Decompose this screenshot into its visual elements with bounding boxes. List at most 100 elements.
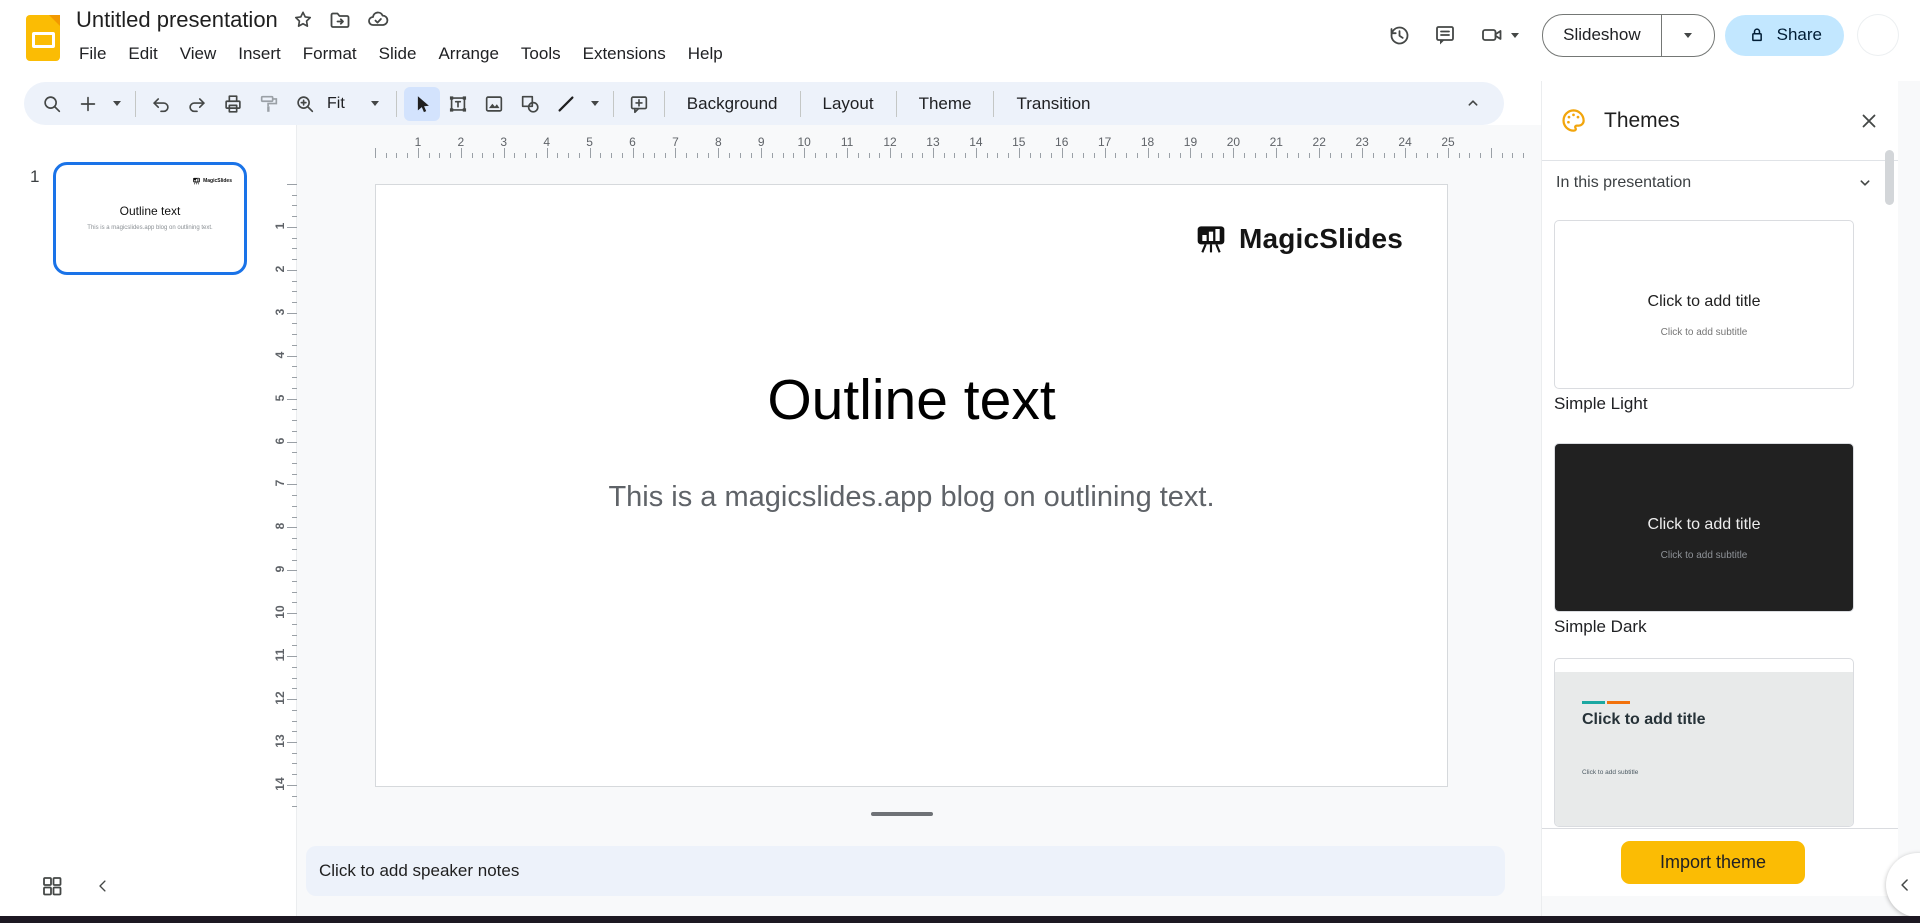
slide-editor[interactable]: MagicSlides Outline text This is a magic… <box>375 184 1448 787</box>
theme-card-simple-light[interactable]: Click to add title Click to add subtitle <box>1554 220 1854 389</box>
zoom-in-icon[interactable] <box>287 87 323 121</box>
paint-format-icon[interactable] <box>251 87 287 121</box>
logo-inner-rect <box>32 32 55 48</box>
h-ruler-number: 12 <box>883 135 897 149</box>
meet-dropdown-caret[interactable] <box>1510 32 1519 38</box>
theme-card-background <box>1555 672 1853 826</box>
slide-brand-logo[interactable]: MagicSlides <box>1192 223 1403 255</box>
undo-icon[interactable] <box>143 87 179 121</box>
theme-button[interactable]: Theme <box>904 94 987 114</box>
horizontal-scrollbar-thumb[interactable] <box>871 812 933 816</box>
theme-name: Simple Light <box>1554 394 1648 413</box>
zoom-caret <box>370 101 379 106</box>
transition-button[interactable]: Transition <box>1001 94 1105 114</box>
menu-extensions[interactable]: Extensions <box>572 40 677 68</box>
panel-footer-gutter <box>1542 896 1898 916</box>
document-title[interactable]: Untitled presentation <box>76 7 278 33</box>
insert-line-tool[interactable] <box>548 87 584 121</box>
theme-card-subtitle: Click to add subtitle <box>1660 327 1748 338</box>
slides-logo-icon[interactable] <box>26 15 60 61</box>
menu-slide[interactable]: Slide <box>368 40 428 68</box>
menu-arrange[interactable]: Arrange <box>427 40 509 68</box>
v-ruler-number: 3 <box>273 308 287 316</box>
layout-button[interactable]: Layout <box>808 94 889 114</box>
theme-card-title: Click to add title <box>1647 293 1761 310</box>
v-ruler-number: 10 <box>273 605 287 619</box>
menu-file[interactable]: File <box>68 40 117 68</box>
menu-help[interactable]: Help <box>677 40 734 68</box>
search-menus-icon[interactable] <box>34 87 70 121</box>
theme-card-streamline[interactable]: Click to add title Click to add subtitle <box>1554 658 1854 827</box>
line-dropdown-caret[interactable] <box>584 87 606 121</box>
h-ruler-number: 3 <box>500 135 508 149</box>
toolbar-separator <box>895 90 897 117</box>
palette-icon <box>1560 107 1587 134</box>
move-folder-icon[interactable] <box>328 8 352 32</box>
star-icon[interactable] <box>292 9 314 31</box>
close-panel-icon[interactable] <box>1858 110 1880 132</box>
cloud-status-icon[interactable] <box>366 8 390 32</box>
collapse-toolbar-icon[interactable] <box>1462 92 1484 114</box>
slide-title-textbox[interactable]: Outline text <box>376 367 1447 433</box>
h-ruler-number: 16 <box>1055 135 1069 149</box>
theme-card-accent-dashes <box>1582 701 1630 704</box>
insert-image-tool[interactable] <box>476 87 512 121</box>
in-this-presentation-section[interactable]: In this presentation <box>1542 161 1898 205</box>
screen-edge-strip <box>0 916 1920 923</box>
background-button[interactable]: Background <box>672 94 793 114</box>
grid-view-icon[interactable] <box>40 874 64 898</box>
version-history-button[interactable] <box>1376 12 1422 58</box>
filmstrip: 1 MagicSlides Outline text This is a mag… <box>0 125 296 916</box>
top-bar: Untitled presentation File Edit View Ins… <box>0 0 1920 81</box>
h-ruler-number: 9 <box>757 135 765 149</box>
h-ruler-number: 11 <box>840 135 854 149</box>
insert-comment-tool[interactable] <box>621 87 657 121</box>
zoom-select[interactable]: Fit <box>323 95 389 113</box>
v-ruler-number: 5 <box>273 394 287 401</box>
slide-brand-text: MagicSlides <box>1238 223 1403 254</box>
slide-thumbnail[interactable]: MagicSlides Outline text This is a magic… <box>53 162 247 275</box>
insert-shape-tool[interactable] <box>512 87 548 121</box>
h-ruler-number: 13 <box>926 135 940 149</box>
menu-tools[interactable]: Tools <box>510 40 572 68</box>
v-ruler-number: 6 <box>273 437 287 444</box>
slideshow-dropdown[interactable] <box>1662 15 1714 56</box>
slideshow-button[interactable]: Slideshow <box>1542 13 1715 57</box>
comments-button[interactable] <box>1422 12 1468 58</box>
zoom-value: Fit <box>327 94 345 112</box>
import-theme-button[interactable]: Import theme <box>1621 841 1805 884</box>
menu-insert[interactable]: Insert <box>227 40 292 68</box>
new-slide-dropdown-caret[interactable] <box>106 87 128 121</box>
h-ruler-number: 1 <box>414 135 422 149</box>
menu-edit[interactable]: Edit <box>117 40 168 68</box>
speaker-notes-bar[interactable]: Click to add speaker notes <box>306 846 1505 896</box>
collapse-filmstrip-icon[interactable] <box>94 877 112 895</box>
h-ruler-number: 17 <box>1097 135 1112 149</box>
themes-panel: Themes In this presentation Click to add… <box>1541 81 1898 916</box>
meet-video-button[interactable] <box>1468 12 1530 58</box>
magicslides-icon <box>1197 226 1225 253</box>
new-slide-button[interactable] <box>70 87 106 121</box>
canvas-area: 1 2 3 4 5 6 7 8 9 10 11 12 13 14 15 16 17 18 19 20 21 22 23 24 2… <box>273 125 1541 916</box>
thumbnail-subtitle: This is a magicslides.app blog on outlin… <box>87 225 213 231</box>
panel-scrollbar-thumb[interactable] <box>1885 150 1894 205</box>
print-icon[interactable] <box>215 87 251 121</box>
theme-card-simple-dark[interactable]: Click to add title Click to add subtitle <box>1554 443 1854 612</box>
h-ruler-number: 10 <box>797 135 811 149</box>
right-gutter <box>1898 81 1920 916</box>
h-ruler-number: 18 <box>1140 135 1155 149</box>
section-label: In this presentation <box>1556 174 1692 191</box>
h-ruler-number: 20 <box>1226 135 1241 149</box>
chevron-down-icon <box>1860 180 1870 186</box>
select-tool[interactable] <box>403 86 440 121</box>
speaker-notes-placeholder: Click to add speaker notes <box>319 861 520 880</box>
share-button[interactable]: Share <box>1724 14 1844 56</box>
toolbar-separator <box>663 90 665 117</box>
redo-icon[interactable] <box>179 87 215 121</box>
text-box-tool[interactable] <box>440 87 476 121</box>
slide-subtitle-textbox[interactable]: This is a magicslides.app blog on outlin… <box>376 481 1447 514</box>
avatar[interactable] <box>1858 15 1898 55</box>
v-ruler-number: 1 <box>273 222 287 230</box>
menu-format[interactable]: Format <box>292 40 368 68</box>
menu-view[interactable]: View <box>169 40 228 68</box>
